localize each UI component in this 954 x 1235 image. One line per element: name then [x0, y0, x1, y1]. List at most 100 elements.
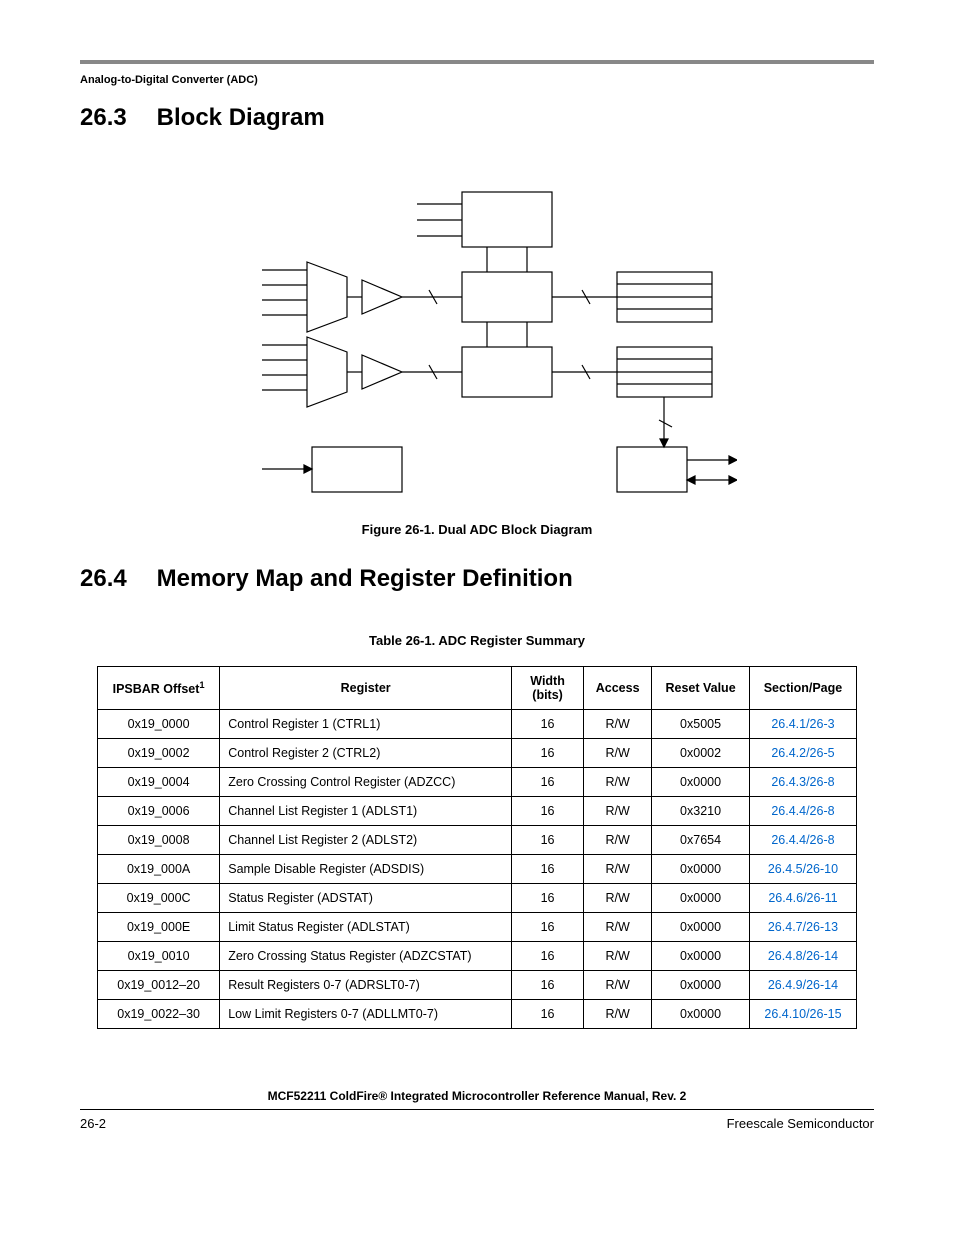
- cell-register: Channel List Register 1 (ADLST1): [220, 797, 512, 826]
- cell-width: 16: [512, 913, 584, 942]
- cell-reset: 0x7654: [652, 826, 750, 855]
- cell-access: R/W: [584, 913, 652, 942]
- cell-access: R/W: [584, 710, 652, 739]
- cell-section-page[interactable]: 26.4.6/26-11: [749, 884, 856, 913]
- cell-section-page[interactable]: 26.4.3/26-8: [749, 768, 856, 797]
- section-title: Memory Map and Register Definition: [157, 565, 573, 592]
- cell-register: Zero Crossing Control Register (ADZCC): [220, 768, 512, 797]
- block-diagram-svg: [217, 172, 737, 502]
- cell-offset: 0x19_000C: [98, 884, 220, 913]
- section-number: 26.4: [80, 565, 150, 593]
- cell-width: 16: [512, 971, 584, 1000]
- table-row: 0x19_0008Channel List Register 2 (ADLST2…: [98, 826, 857, 855]
- cell-access: R/W: [584, 797, 652, 826]
- register-summary-table: IPSBAR Offset1 Register Width (bits) Acc…: [97, 666, 857, 1029]
- cell-register: Result Registers 0-7 (ADRSLT0-7): [220, 971, 512, 1000]
- table-row: 0x19_0012–20Result Registers 0-7 (ADRSLT…: [98, 971, 857, 1000]
- cell-access: R/W: [584, 1000, 652, 1029]
- cell-width: 16: [512, 826, 584, 855]
- cell-section-page[interactable]: 26.4.1/26-3: [749, 710, 856, 739]
- cell-section-page[interactable]: 26.4.10/26-15: [749, 1000, 856, 1029]
- section-number: 26.3: [80, 104, 150, 132]
- table-row: 0x19_0010Zero Crossing Status Register (…: [98, 942, 857, 971]
- cell-reset: 0x0000: [652, 971, 750, 1000]
- cell-offset: 0x19_000E: [98, 913, 220, 942]
- cell-width: 16: [512, 1000, 584, 1029]
- cell-offset: 0x19_000A: [98, 855, 220, 884]
- table-row: 0x19_000CStatus Register (ADSTAT)16R/W0x…: [98, 884, 857, 913]
- cell-reset: 0x3210: [652, 797, 750, 826]
- top-rule: [80, 60, 874, 64]
- section-title: Block Diagram: [157, 104, 325, 131]
- block-diagram-figure: [80, 172, 874, 502]
- cell-register: Control Register 2 (CTRL2): [220, 739, 512, 768]
- col-register: Register: [220, 667, 512, 710]
- cell-section-page[interactable]: 26.4.5/26-10: [749, 855, 856, 884]
- table-row: 0x19_0002Control Register 2 (CTRL2)16R/W…: [98, 739, 857, 768]
- table-row: 0x19_000ASample Disable Register (ADSDIS…: [98, 855, 857, 884]
- cell-offset: 0x19_0006: [98, 797, 220, 826]
- cell-section-page[interactable]: 26.4.9/26-14: [749, 971, 856, 1000]
- cell-offset: 0x19_0012–20: [98, 971, 220, 1000]
- cell-width: 16: [512, 739, 584, 768]
- cell-width: 16: [512, 942, 584, 971]
- cell-width: 16: [512, 797, 584, 826]
- cell-section-page[interactable]: 26.4.2/26-5: [749, 739, 856, 768]
- col-offset: IPSBAR Offset1: [98, 667, 220, 710]
- cell-access: R/W: [584, 826, 652, 855]
- cell-reset: 0x0000: [652, 855, 750, 884]
- section-heading-26-3: 26.3 Block Diagram: [80, 104, 874, 132]
- cell-offset: 0x19_0008: [98, 826, 220, 855]
- cell-access: R/W: [584, 971, 652, 1000]
- cell-register: Sample Disable Register (ADSDIS): [220, 855, 512, 884]
- cell-register: Status Register (ADSTAT): [220, 884, 512, 913]
- cell-register: Low Limit Registers 0-7 (ADLLMT0-7): [220, 1000, 512, 1029]
- cell-register: Limit Status Register (ADLSTAT): [220, 913, 512, 942]
- table-row: 0x19_0004Zero Crossing Control Register …: [98, 768, 857, 797]
- col-access: Access: [584, 667, 652, 710]
- running-header: Analog-to-Digital Converter (ADC): [80, 74, 874, 86]
- table-row: 0x19_000ELimit Status Register (ADLSTAT)…: [98, 913, 857, 942]
- cell-offset: 0x19_0004: [98, 768, 220, 797]
- cell-register: Channel List Register 2 (ADLST2): [220, 826, 512, 855]
- cell-offset: 0x19_0022–30: [98, 1000, 220, 1029]
- footer-page-number: 26-2: [80, 1116, 106, 1131]
- cell-width: 16: [512, 855, 584, 884]
- cell-reset: 0x0000: [652, 884, 750, 913]
- col-reset: Reset Value: [652, 667, 750, 710]
- cell-width: 16: [512, 710, 584, 739]
- cell-access: R/W: [584, 884, 652, 913]
- footer-bar: 26-2 Freescale Semiconductor: [80, 1109, 874, 1131]
- cell-access: R/W: [584, 739, 652, 768]
- cell-section-page[interactable]: 26.4.4/26-8: [749, 797, 856, 826]
- cell-reset: 0x0002: [652, 739, 750, 768]
- col-width: Width (bits): [512, 667, 584, 710]
- cell-reset: 0x0000: [652, 913, 750, 942]
- table-row: 0x19_0000Control Register 1 (CTRL1)16R/W…: [98, 710, 857, 739]
- section-heading-26-4: 26.4 Memory Map and Register Definition: [80, 565, 874, 593]
- table-row: 0x19_0006Channel List Register 1 (ADLST1…: [98, 797, 857, 826]
- cell-access: R/W: [584, 768, 652, 797]
- cell-offset: 0x19_0000: [98, 710, 220, 739]
- cell-register: Zero Crossing Status Register (ADZCSTAT): [220, 942, 512, 971]
- col-section: Section/Page: [749, 667, 856, 710]
- cell-width: 16: [512, 884, 584, 913]
- cell-width: 16: [512, 768, 584, 797]
- cell-reset: 0x0000: [652, 1000, 750, 1029]
- table-caption: Table 26-1. ADC Register Summary: [80, 633, 874, 648]
- cell-reset: 0x5005: [652, 710, 750, 739]
- cell-section-page[interactable]: 26.4.4/26-8: [749, 826, 856, 855]
- footer-doc-title: MCF52211 ColdFire® Integrated Microcontr…: [80, 1089, 874, 1103]
- cell-offset: 0x19_0010: [98, 942, 220, 971]
- table-row: 0x19_0022–30Low Limit Registers 0-7 (ADL…: [98, 1000, 857, 1029]
- figure-caption: Figure 26-1. Dual ADC Block Diagram: [80, 522, 874, 537]
- cell-offset: 0x19_0002: [98, 739, 220, 768]
- cell-section-page[interactable]: 26.4.7/26-13: [749, 913, 856, 942]
- footer-company: Freescale Semiconductor: [727, 1116, 874, 1131]
- cell-access: R/W: [584, 942, 652, 971]
- cell-reset: 0x0000: [652, 942, 750, 971]
- cell-section-page[interactable]: 26.4.8/26-14: [749, 942, 856, 971]
- cell-register: Control Register 1 (CTRL1): [220, 710, 512, 739]
- cell-access: R/W: [584, 855, 652, 884]
- cell-reset: 0x0000: [652, 768, 750, 797]
